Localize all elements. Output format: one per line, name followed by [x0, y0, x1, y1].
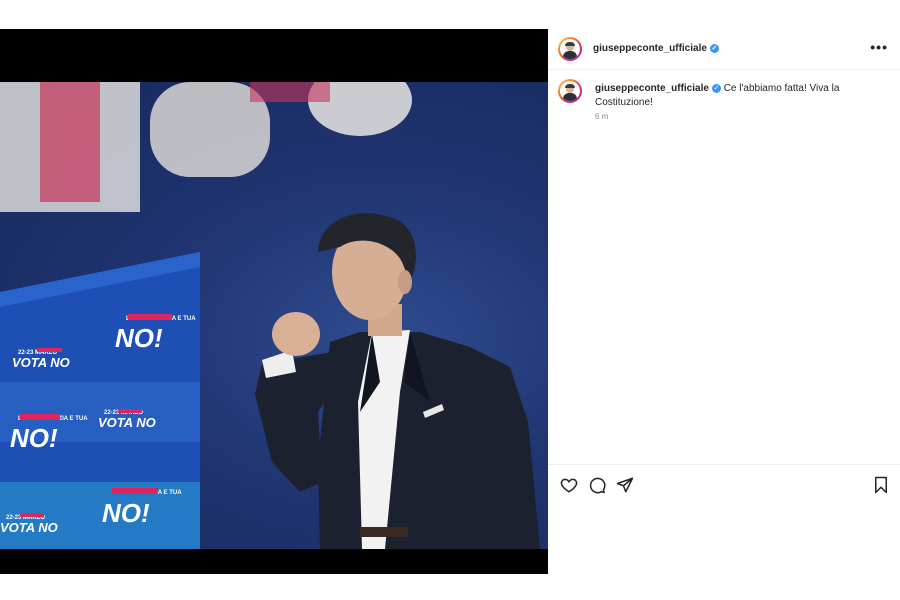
- action-bar: [548, 464, 900, 503]
- post-header: giuseppeconte_ufficiale ✓ •••: [548, 29, 900, 70]
- post-media[interactable]: NO! VOTA NO NO! VOTA NO NO! VOTA NO LA D…: [0, 29, 548, 574]
- bookmark-icon[interactable]: [872, 476, 890, 494]
- sign-vota-2: VOTA NO: [98, 415, 156, 430]
- avatar[interactable]: [558, 37, 582, 61]
- post-timestamp[interactable]: 6 m: [595, 112, 608, 121]
- photo-illustration: NO! VOTA NO NO! VOTA NO NO! VOTA NO LA D…: [0, 82, 540, 549]
- sign-no-3: NO!: [102, 498, 150, 528]
- share-icon[interactable]: [616, 476, 634, 494]
- header-username[interactable]: giuseppeconte_ufficiale ✓: [593, 43, 719, 54]
- comment-icon[interactable]: [588, 476, 606, 494]
- caption-username[interactable]: giuseppeconte_ufficiale: [595, 83, 709, 94]
- post-photo[interactable]: NO! VOTA NO NO! VOTA NO NO! VOTA NO LA D…: [0, 82, 548, 549]
- post-caption: giuseppeconte_ufficiale ✓ Ce l'abbiamo fa…: [595, 82, 885, 110]
- speaker-figure: [255, 213, 540, 549]
- sign-vota-1: VOTA NO: [12, 355, 70, 370]
- campaign-screen: [0, 252, 200, 549]
- more-options-icon[interactable]: •••: [870, 39, 888, 55]
- avatar-image: [560, 81, 580, 101]
- verified-badge-icon: ✓: [709, 43, 719, 53]
- caption-avatar[interactable]: [558, 79, 582, 103]
- post-sidebar: giuseppeconte_ufficiale ✓ ••• giuseppecon…: [548, 29, 900, 574]
- sign-no-1: NO!: [115, 323, 163, 353]
- sign-vota-3: VOTA NO: [0, 520, 58, 535]
- username-text[interactable]: giuseppeconte_ufficiale: [593, 43, 707, 54]
- heart-icon[interactable]: [560, 476, 578, 494]
- verified-badge-icon: ✓: [711, 83, 721, 93]
- background-stage-letters: [0, 82, 412, 212]
- sign-no-2: NO!: [10, 423, 58, 453]
- avatar-image: [560, 39, 580, 59]
